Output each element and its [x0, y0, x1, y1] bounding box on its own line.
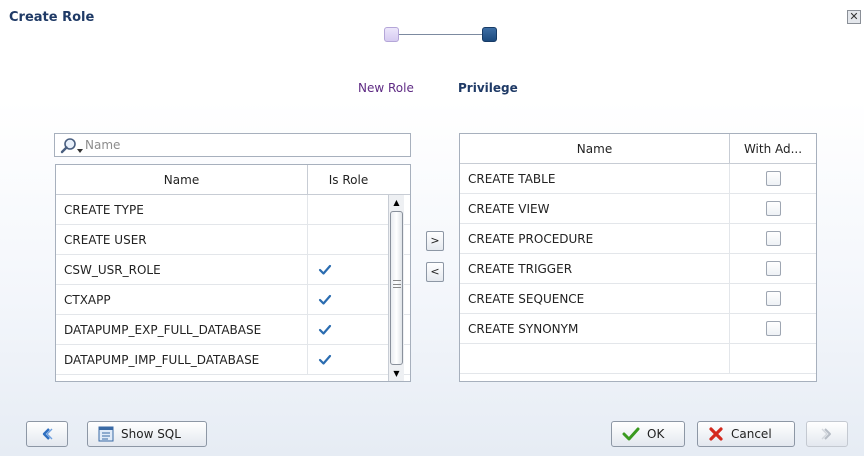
- privilege-name: CTXAPP: [64, 292, 111, 307]
- show-sql-label: Show SQL: [121, 427, 181, 441]
- sql-icon: [98, 426, 114, 442]
- move-right-button[interactable]: >: [426, 231, 444, 251]
- is-role-cell: [307, 255, 389, 284]
- forward-arrow-icon: [821, 428, 831, 440]
- column-header-name[interactable]: Name: [56, 165, 307, 194]
- close-icon: ✕: [849, 10, 859, 23]
- with-admin-checkbox[interactable]: [765, 201, 781, 216]
- search-input[interactable]: [85, 136, 405, 154]
- train-label-new-role[interactable]: New Role: [358, 81, 414, 95]
- table-row[interactable]: CREATE SYNONYM: [460, 314, 816, 344]
- privilege-name: CREATE TABLE: [468, 171, 556, 186]
- is-role-cell: [307, 225, 389, 254]
- train-stop-privilege: [482, 27, 497, 42]
- scroll-grip: [393, 280, 401, 288]
- table-row[interactable]: CREATE USER: [56, 225, 410, 255]
- checkmark-icon: [318, 294, 332, 305]
- checkmark-icon: [622, 427, 640, 441]
- privilege-name: CREATE VIEW: [468, 201, 550, 216]
- is-role-cell: [307, 195, 389, 224]
- scroll-up-arrow[interactable]: ▲: [389, 195, 404, 210]
- dialog-title: Create Role: [9, 10, 95, 25]
- available-privileges-table: Name Is Role CREATE TYPE CREATE USER CSW_U…: [55, 164, 411, 382]
- scrollbar[interactable]: ▲ ▼: [388, 195, 404, 381]
- back-arrow-icon: [42, 428, 53, 440]
- column-header-name[interactable]: Name: [460, 134, 729, 163]
- privilege-name: CREATE SYNONYM: [468, 321, 579, 336]
- next-button[interactable]: [806, 421, 848, 447]
- table-row[interactable]: CREATE TYPE: [56, 195, 410, 225]
- privilege-name: DATAPUMP_IMP_FULL_DATABASE: [64, 352, 260, 367]
- with-admin-checkbox[interactable]: [765, 231, 781, 246]
- empty-cell: [460, 344, 729, 373]
- table-row[interactable]: CSW_USR_ROLE: [56, 255, 410, 285]
- with-admin-checkbox[interactable]: [765, 321, 781, 336]
- train-stop-new-role[interactable]: [384, 27, 399, 42]
- table-row[interactable]: CREATE TABLE: [460, 164, 816, 194]
- column-header-with-admin[interactable]: With Ad...: [729, 134, 816, 163]
- scroll-thumb[interactable]: [390, 211, 403, 365]
- ok-label: OK: [647, 427, 665, 441]
- privilege-name: CREATE TYPE: [64, 202, 144, 217]
- with-admin-cell: [729, 314, 816, 343]
- is-role-cell: [307, 345, 389, 374]
- ok-button[interactable]: OK: [611, 421, 685, 447]
- with-admin-cell: [729, 284, 816, 313]
- with-admin-checkbox[interactable]: [765, 291, 781, 306]
- with-admin-cell: [729, 254, 816, 283]
- table-row[interactable]: CREATE SEQUENCE: [460, 284, 816, 314]
- column-header-is-role[interactable]: Is Role: [307, 165, 389, 194]
- train-label-privilege: Privilege: [458, 81, 518, 95]
- empty-cell: [729, 344, 816, 373]
- is-role-cell: [307, 285, 389, 314]
- privilege-name: CREATE PROCEDURE: [468, 231, 594, 246]
- checkmark-icon: [318, 324, 332, 335]
- table-row[interactable]: CREATE VIEW: [460, 194, 816, 224]
- table-header: Name Is Role: [56, 165, 410, 195]
- table-header: Name With Ad...: [460, 134, 816, 164]
- privilege-name: DATAPUMP_EXP_FULL_DATABASE: [64, 322, 262, 337]
- checkmark-icon: [318, 354, 332, 365]
- table-row[interactable]: CREATE PROCEDURE: [460, 224, 816, 254]
- empty-row: [460, 344, 816, 374]
- train-connector: [398, 34, 489, 35]
- privilege-name: CREATE USER: [64, 232, 147, 247]
- privilege-name: CREATE TRIGGER: [468, 261, 573, 276]
- table-row[interactable]: CREATE TRIGGER: [460, 254, 816, 284]
- show-sql-button[interactable]: Show SQL: [87, 421, 207, 447]
- with-admin-checkbox[interactable]: [765, 261, 781, 276]
- table-row[interactable]: DATAPUMP_EXP_FULL_DATABASE: [56, 315, 410, 345]
- close-button[interactable]: ✕: [847, 10, 861, 24]
- move-left-button[interactable]: <: [426, 262, 444, 282]
- table-row[interactable]: CTXAPP: [56, 285, 410, 315]
- checkmark-icon: [318, 264, 332, 275]
- table-row[interactable]: DATAPUMP_IMP_FULL_DATABASE: [56, 345, 410, 375]
- with-admin-cell: [729, 224, 816, 253]
- cancel-button[interactable]: Cancel: [697, 421, 795, 447]
- search-box[interactable]: [54, 133, 411, 157]
- privilege-name: CSW_USR_ROLE: [64, 262, 161, 277]
- back-button[interactable]: [26, 421, 68, 447]
- is-role-cell: [307, 315, 389, 344]
- with-admin-cell: [729, 164, 816, 193]
- selected-privileges-table: Name With Ad... CREATE TABLE CREATE VIEW C…: [459, 133, 817, 382]
- cancel-label: Cancel: [731, 427, 772, 441]
- cancel-x-icon: [709, 427, 723, 441]
- with-admin-cell: [729, 194, 816, 223]
- privilege-name: CREATE SEQUENCE: [468, 291, 585, 306]
- with-admin-checkbox[interactable]: [765, 171, 781, 186]
- search-icon[interactable]: [59, 137, 85, 155]
- scroll-down-arrow[interactable]: ▼: [389, 366, 404, 381]
